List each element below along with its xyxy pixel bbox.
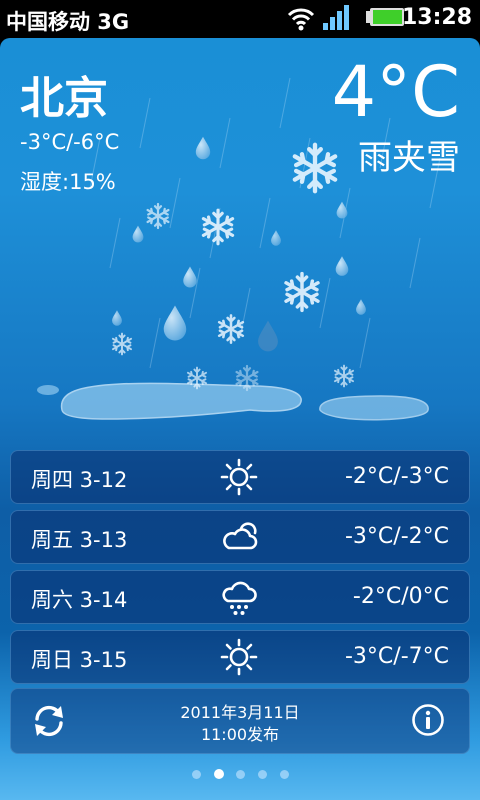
weather-panel: 北京 -3°C/-6°C 湿度:15% 4°C 雨夹雪 周四 3-12 -2°C… [0, 38, 480, 800]
page-dot[interactable] [258, 770, 267, 779]
info-icon[interactable] [411, 703, 445, 737]
status-clock: 13:28 [401, 5, 472, 30]
forecast-day: 周四 3-12 [31, 468, 128, 492]
page-dot[interactable] [280, 770, 289, 779]
humidity-label: 湿度: [20, 170, 70, 194]
signal-icon [323, 5, 349, 30]
page-dot[interactable] [236, 770, 245, 779]
refresh-icon[interactable] [31, 703, 67, 739]
published-time: 11:00发布 [200, 725, 280, 744]
forecast-day: 周日 3-15 [31, 648, 128, 672]
page-dot-active[interactable] [214, 769, 224, 779]
battery-icon [366, 8, 404, 26]
forecast-row[interactable]: 周四 3-12 -2°C/-3°C [10, 450, 470, 504]
footer-bar: 2011年3月11日 11:00发布 [10, 688, 470, 754]
weather-condition: 雨夹雪 [358, 138, 460, 178]
forecast-temp: -2°C/0°C [352, 584, 449, 609]
page-dot[interactable] [192, 770, 201, 779]
forecast-day: 周六 3-14 [31, 588, 128, 612]
forecast-row[interactable]: 周六 3-14 -2°C/0°C [10, 570, 470, 624]
sunny-icon [220, 638, 258, 676]
sunny-icon [220, 458, 258, 496]
city-name[interactable]: 北京 [20, 62, 108, 126]
humidity-value: 15% [69, 170, 116, 194]
weather-app-screen: 中国移动 3G 13:28 北京 -3°C/-6°C 湿度:15% 4°C 雨夹… [0, 0, 480, 800]
status-bar: 中国移动 3G 13:28 [0, 0, 480, 38]
forecast-day: 周五 3-13 [31, 528, 128, 552]
wifi-icon [287, 8, 315, 31]
forecast-row[interactable]: 周五 3-13 -3°C/-2°C [10, 510, 470, 564]
humidity-text: 湿度:15% [20, 166, 116, 196]
published-date: 2011年3月11日 [180, 703, 300, 722]
page-indicator [190, 769, 290, 781]
current-temperature: 4°C [331, 51, 460, 133]
forecast-temp: -3°C/-7°C [344, 644, 449, 669]
forecast-temp: -3°C/-2°C [344, 524, 449, 549]
forecast-row[interactable]: 周日 3-15 -3°C/-7°C [10, 630, 470, 684]
cloudy-icon [223, 522, 258, 550]
today-temp-range: -3°C/-6°C [20, 130, 120, 154]
snow-icon [222, 581, 257, 615]
carrier-label: 中国移动 3G [6, 10, 130, 34]
forecast-temp: -2°C/-3°C [344, 464, 449, 489]
